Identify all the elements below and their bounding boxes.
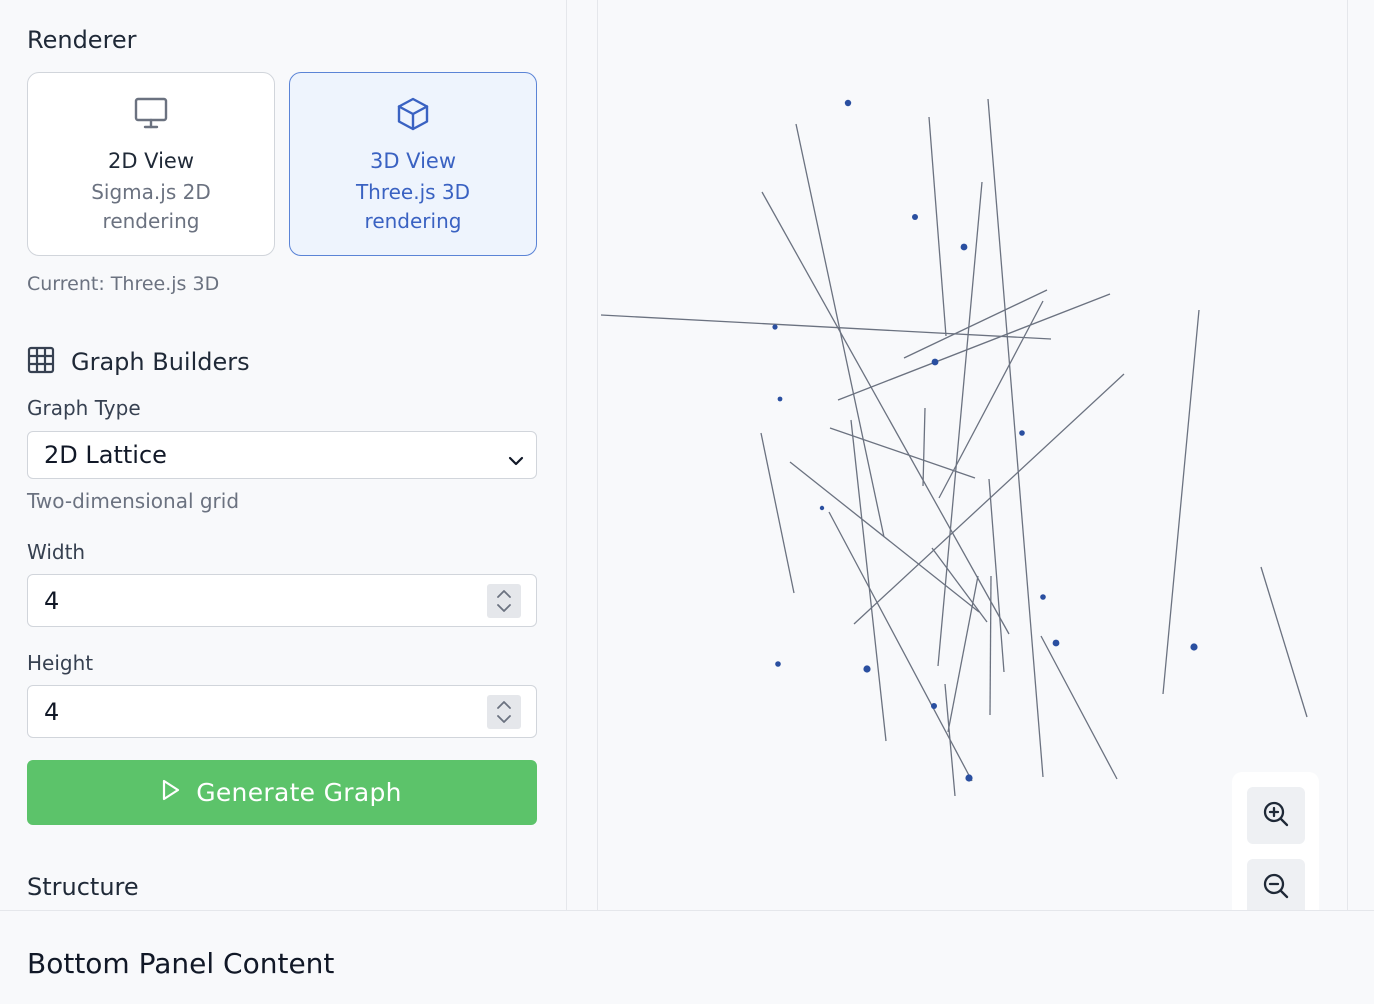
- graph-node[interactable]: [1040, 594, 1046, 600]
- graph-edge: [829, 427, 976, 479]
- graph-edge: [989, 575, 992, 716]
- width-input[interactable]: 4: [27, 574, 537, 627]
- height-input[interactable]: 4: [27, 685, 537, 738]
- zoom-in-button[interactable]: [1247, 787, 1305, 844]
- graph-edge: [761, 191, 1010, 635]
- renderer-option-2d[interactable]: 2D View Sigma.js 2D rendering: [27, 72, 275, 256]
- grid-icon: [27, 346, 55, 378]
- zoom-in-icon: [1262, 800, 1290, 832]
- graph-builders-header: Graph Builders: [27, 346, 250, 378]
- graph-type-select[interactable]: 2D Lattice: [27, 431, 537, 479]
- graph-node[interactable]: [1052, 639, 1060, 647]
- play-icon: [162, 778, 180, 807]
- zoom-controls: [1232, 772, 1319, 910]
- height-stepper[interactable]: [487, 695, 521, 729]
- graph-node[interactable]: [912, 214, 918, 220]
- renderer-option-desc: Three.js 3D rendering: [355, 180, 471, 233]
- graph-node[interactable]: [1019, 430, 1025, 436]
- graph-canvas[interactable]: [597, 0, 1348, 910]
- graph-edges: [600, 98, 1308, 797]
- graph-edge: [850, 419, 887, 742]
- graph-edge: [760, 432, 795, 594]
- graph-edge: [922, 407, 926, 487]
- graph-node[interactable]: [772, 324, 778, 330]
- graph-edge: [903, 289, 1048, 359]
- graph-builders-title: Graph Builders: [71, 348, 250, 376]
- generate-graph-button[interactable]: Generate Graph: [27, 760, 537, 825]
- zoom-out-button[interactable]: [1247, 859, 1305, 910]
- bottom-panel-title: Bottom Panel Content: [27, 947, 335, 980]
- graph-nodes: [772, 99, 1198, 782]
- graph-node[interactable]: [863, 665, 871, 673]
- graph-node[interactable]: [777, 396, 783, 402]
- graph-node[interactable]: [775, 661, 781, 667]
- graph-edge: [937, 181, 983, 667]
- graph-node[interactable]: [931, 358, 939, 366]
- generate-graph-label: Generate Graph: [196, 778, 402, 807]
- renderer-option-3d[interactable]: 3D View Three.js 3D rendering: [289, 72, 537, 256]
- graph-type-hint: Two-dimensional grid: [27, 489, 240, 513]
- renderer-title: Renderer: [27, 26, 137, 54]
- height-value: 4: [44, 697, 60, 726]
- graph-node[interactable]: [819, 505, 825, 511]
- zoom-out-icon: [1262, 872, 1290, 904]
- graph-edge: [789, 461, 980, 613]
- sidebar: Renderer 2D View Sigma.js 2D rendering 3…: [0, 0, 567, 910]
- graph-type-value: 2D Lattice: [44, 441, 167, 469]
- graph-edge: [1040, 635, 1118, 780]
- graph-edge: [1260, 566, 1308, 718]
- graph-edge: [853, 373, 1125, 625]
- current-renderer: Current: Three.js 3D: [27, 273, 220, 295]
- height-label: Height: [27, 651, 94, 675]
- width-label: Width: [27, 540, 86, 564]
- graph-edge: [600, 314, 1052, 340]
- renderer-option-title: 2D View: [107, 149, 195, 173]
- graph-edge: [931, 547, 988, 623]
- graph-edge: [837, 293, 1111, 401]
- chevron-down-icon: [508, 447, 524, 475]
- renderer-option-desc: Sigma.js 2D rendering: [91, 180, 211, 233]
- monitor-icon: [134, 97, 168, 133]
- bottom-panel: Bottom Panel Content: [0, 910, 1374, 1004]
- graph-node[interactable]: [844, 99, 852, 107]
- graph-edge: [938, 300, 1044, 499]
- graph-node[interactable]: [931, 703, 937, 709]
- graph-edge: [988, 478, 1005, 673]
- graph-edge: [928, 116, 947, 337]
- graph-node[interactable]: [1190, 643, 1198, 651]
- width-stepper[interactable]: [487, 584, 521, 618]
- width-value: 4: [44, 586, 60, 615]
- graph-edge: [1162, 309, 1200, 695]
- renderer-option-title: 3D View: [369, 149, 457, 173]
- structure-title: Structure: [27, 873, 139, 901]
- graph-edge: [987, 98, 1044, 778]
- graph-type-label: Graph Type: [27, 396, 141, 420]
- cube-icon: [396, 97, 430, 135]
- graph-node[interactable]: [960, 243, 968, 251]
- graph-node[interactable]: [965, 774, 973, 782]
